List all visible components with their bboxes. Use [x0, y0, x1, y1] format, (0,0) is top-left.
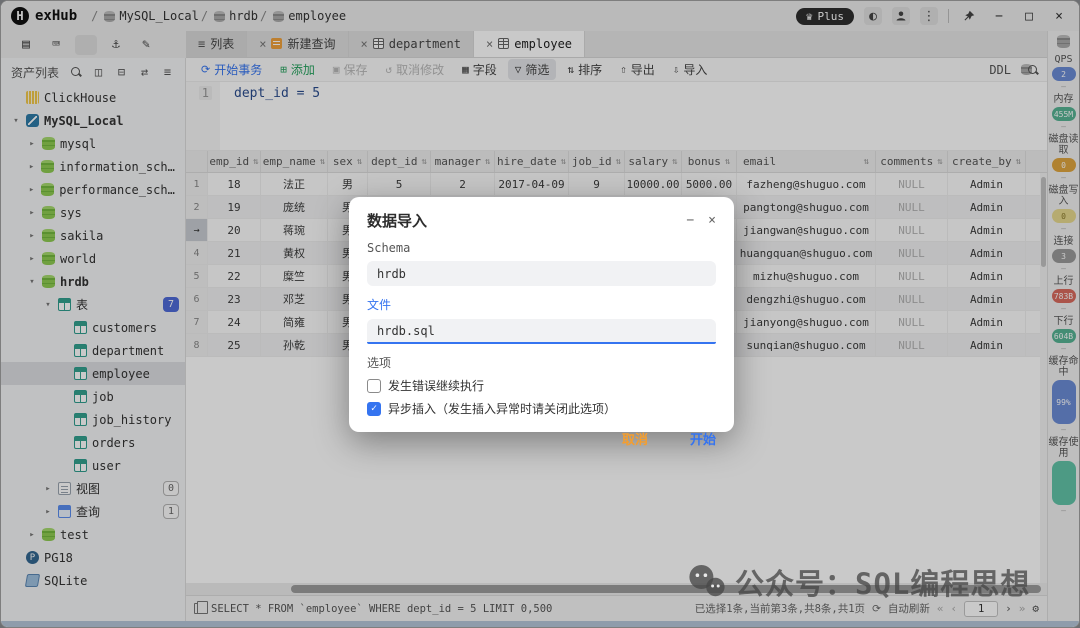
option-row[interactable]: 异步插入（发生插入异常时请关闭此选项）	[367, 400, 716, 417]
checkbox[interactable]	[367, 379, 381, 393]
options-label: 选项	[367, 354, 716, 371]
cancel-button[interactable]: 取消	[622, 429, 648, 448]
app-window: H exHub / MySQL_Local / hrdb /	[0, 0, 1080, 628]
watermark: 公众号：SQL编程思想	[687, 561, 1030, 603]
schema-label: Schema	[367, 241, 716, 255]
options-list: 发生错误继续执行 异步插入（发生插入异常时请关闭此选项）	[367, 377, 716, 417]
schema-select[interactable]: hrdb	[367, 261, 716, 286]
wechat-icon	[687, 564, 727, 600]
option-row[interactable]: 发生错误继续执行	[367, 377, 716, 394]
dialog-close-icon[interactable]: ×	[708, 213, 716, 228]
file-link[interactable]: 文件	[367, 296, 716, 313]
data-import-dialog: 数据导入 − × Schema hrdb 文件 hrdb.sql 选项 发生错误…	[349, 197, 734, 432]
checkbox[interactable]	[367, 402, 381, 416]
file-input[interactable]: hrdb.sql	[367, 319, 716, 344]
start-button[interactable]: 开始	[690, 429, 716, 448]
dialog-title: 数据导入	[367, 210, 427, 231]
dialog-minimize-icon[interactable]: −	[686, 213, 694, 228]
